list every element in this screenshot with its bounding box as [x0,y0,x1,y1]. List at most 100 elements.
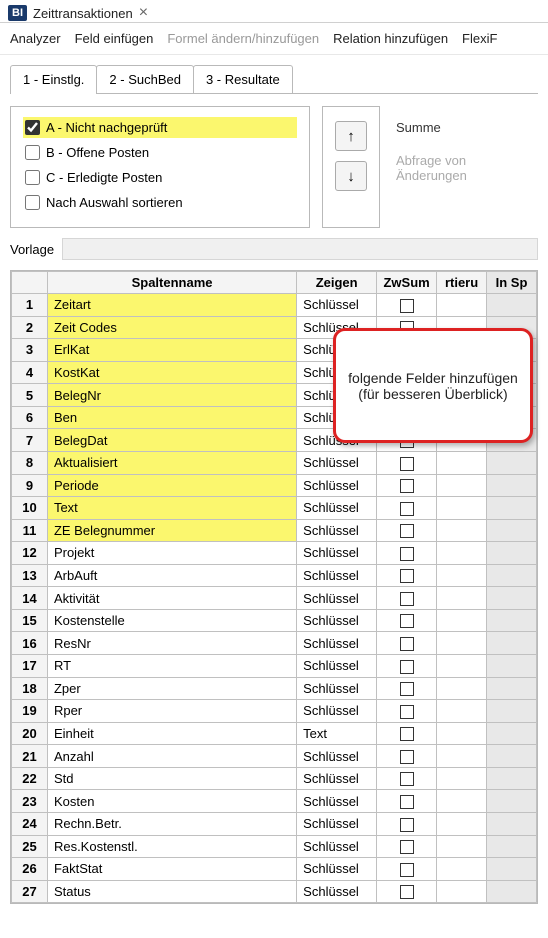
cell-sortierung[interactable] [437,790,487,813]
cell-zeigen[interactable]: Text [297,722,377,745]
cell-spaltenname[interactable]: Aktivität [47,587,296,610]
cell-spaltenname[interactable]: RT [47,655,296,678]
cell-zeigen[interactable]: Schlüssel [297,632,377,655]
checkbox-icon[interactable] [400,705,414,719]
table-row[interactable]: 12ProjektSchlüssel [12,542,537,565]
cell-sortierung[interactable] [437,812,487,835]
checkbox-icon[interactable] [400,818,414,832]
menu-flexi[interactable]: FlexiF [462,31,497,46]
cell-zeigen[interactable]: Schlüssel [297,700,377,723]
checkbox-icon[interactable] [400,750,414,764]
cell-insp[interactable] [487,587,537,610]
cell-zeigen[interactable]: Schlüssel [297,474,377,497]
cell-insp[interactable] [487,519,537,542]
cell-zeigen[interactable]: Schlüssel [297,767,377,790]
cell-zeigen[interactable]: Schlüssel [297,564,377,587]
table-row[interactable]: 10TextSchlüssel [12,497,537,520]
cell-sortierung[interactable] [437,474,487,497]
cell-spaltenname[interactable]: Periode [47,474,296,497]
cell-spaltenname[interactable]: Zeit Codes [47,316,296,339]
checkbox-b[interactable] [25,145,40,160]
cell-zwsum[interactable] [377,767,437,790]
cell-spaltenname[interactable]: Zper [47,677,296,700]
cell-insp[interactable] [487,858,537,881]
cell-spaltenname[interactable]: ArbAuft [47,564,296,587]
cell-spaltenname[interactable]: ResNr [47,632,296,655]
cell-spaltenname[interactable]: Std [47,767,296,790]
table-row[interactable]: 21AnzahlSchlüssel [12,745,537,768]
cell-spaltenname[interactable]: Anzahl [47,745,296,768]
menu-relation[interactable]: Relation hinzufügen [333,31,448,46]
cell-spaltenname[interactable]: Zeitart [47,294,296,317]
table-row[interactable]: 25Res.Kostenstl.Schlüssel [12,835,537,858]
grid-header-spaltenname[interactable]: Spaltenname [47,272,296,294]
cell-zwsum[interactable] [377,632,437,655]
cell-sortierung[interactable] [437,745,487,768]
table-row[interactable]: 20EinheitText [12,722,537,745]
cell-insp[interactable] [487,451,537,474]
table-row[interactable]: 18ZperSchlüssel [12,677,537,700]
checkbox-icon[interactable] [400,479,414,493]
table-row[interactable]: 17RTSchlüssel [12,655,537,678]
cell-spaltenname[interactable]: Status [47,880,296,903]
cell-sortierung[interactable] [437,835,487,858]
cell-insp[interactable] [487,767,537,790]
tab-einstellungen[interactable]: 1 - Einstlg. [10,65,97,93]
checkbox-a[interactable] [25,120,40,135]
cell-spaltenname[interactable]: Ben [47,406,296,429]
table-row[interactable]: 16ResNrSchlüssel [12,632,537,655]
cell-zeigen[interactable]: Schlüssel [297,677,377,700]
cell-spaltenname[interactable]: KostKat [47,361,296,384]
cell-insp[interactable] [487,677,537,700]
cell-zwsum[interactable] [377,655,437,678]
cell-zeigen[interactable]: Schlüssel [297,519,377,542]
cell-zeigen[interactable]: Schlüssel [297,294,377,317]
cell-insp[interactable] [487,542,537,565]
cell-spaltenname[interactable]: Rechn.Betr. [47,812,296,835]
cell-spaltenname[interactable]: Text [47,497,296,520]
cell-insp[interactable] [487,745,537,768]
cell-zeigen[interactable]: Schlüssel [297,790,377,813]
cell-insp[interactable] [487,609,537,632]
cell-zwsum[interactable] [377,812,437,835]
table-row[interactable]: 13ArbAuftSchlüssel [12,564,537,587]
cell-insp[interactable] [487,722,537,745]
checkbox-icon[interactable] [400,660,414,674]
cell-sortierung[interactable] [437,677,487,700]
cell-zwsum[interactable] [377,790,437,813]
checkbox-icon[interactable] [400,547,414,561]
cell-zwsum[interactable] [377,497,437,520]
arrow-down-button[interactable]: ↓ [335,161,367,191]
table-row[interactable]: 1ZeitartSchlüssel [12,294,537,317]
cell-sortierung[interactable] [437,497,487,520]
cell-zwsum[interactable] [377,587,437,610]
cell-sortierung[interactable] [437,451,487,474]
checkbox-icon[interactable] [400,840,414,854]
cell-sortierung[interactable] [437,542,487,565]
cell-insp[interactable] [487,655,537,678]
grid-header-insp[interactable]: In Sp [487,272,537,294]
cell-zwsum[interactable] [377,858,437,881]
cell-sortierung[interactable] [437,858,487,881]
cell-zwsum[interactable] [377,542,437,565]
cell-zeigen[interactable]: Schlüssel [297,542,377,565]
cell-zeigen[interactable]: Schlüssel [297,880,377,903]
cell-spaltenname[interactable]: Einheit [47,722,296,745]
checkbox-icon[interactable] [400,682,414,696]
cell-zwsum[interactable] [377,451,437,474]
cell-sortierung[interactable] [437,587,487,610]
cell-zwsum[interactable] [377,474,437,497]
tab-suchbed[interactable]: 2 - SuchBed [96,65,194,93]
grid-header-zeigen[interactable]: Zeigen [297,272,377,294]
cell-zeigen[interactable]: Schlüssel [297,451,377,474]
checkbox-icon[interactable] [400,569,414,583]
cell-sortierung[interactable] [437,722,487,745]
cell-insp[interactable] [487,880,537,903]
cell-zwsum[interactable] [377,564,437,587]
checkbox-icon[interactable] [400,614,414,628]
checkbox-icon[interactable] [400,772,414,786]
cell-insp[interactable] [487,497,537,520]
cell-zwsum[interactable] [377,677,437,700]
table-row[interactable]: 19RperSchlüssel [12,700,537,723]
cell-spaltenname[interactable]: Projekt [47,542,296,565]
